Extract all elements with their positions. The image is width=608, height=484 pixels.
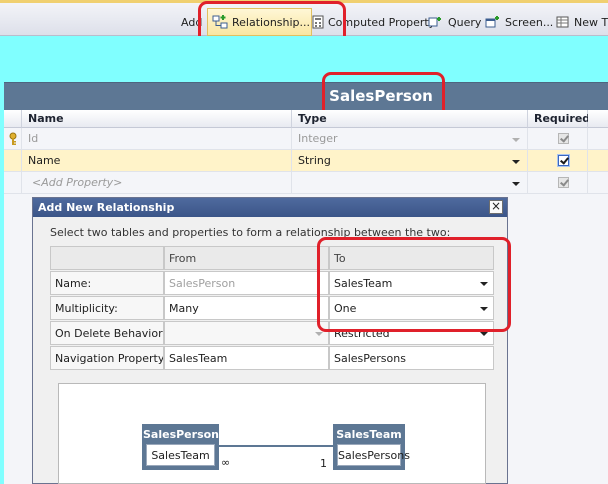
right-multiplicity: 1 xyxy=(320,457,327,470)
left-entity-property: SalesTeam xyxy=(146,444,215,466)
right-entity-box: SalesTeam SalesPersons xyxy=(333,424,410,470)
left-entity-box: SalesPerson SalesTeam xyxy=(142,424,219,470)
left-multiplicity: ∞ xyxy=(221,456,231,469)
left-entity-title: SalesPerson xyxy=(143,428,220,441)
right-entity-title: SalesTeam xyxy=(336,428,402,441)
right-entity-property: SalesPersons xyxy=(337,444,410,466)
relationship-connector xyxy=(216,445,334,447)
